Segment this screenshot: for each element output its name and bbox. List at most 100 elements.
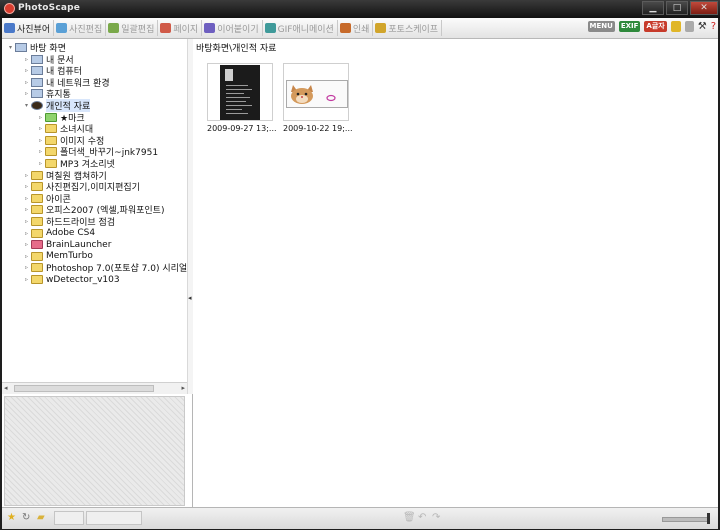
- expand-icon[interactable]: ▹: [22, 183, 31, 190]
- folder-icon: [45, 147, 57, 157]
- thumbnail-image[interactable]: [283, 63, 349, 121]
- rotate-right-icon[interactable]: ↷: [432, 512, 440, 523]
- expand-icon[interactable]: ▹: [22, 195, 31, 202]
- collapse-icon[interactable]: ▾: [22, 102, 31, 109]
- expand-icon[interactable]: ▹: [22, 253, 31, 260]
- folder-sidebar: ▾ 바탕 화면 ▹ 내 문서 ▹ 내 컴퓨터 ▹ 내 네트워크 환경 ▹ 휴지통 ▾ 개인적 자료 ▹ ★…: [2, 39, 193, 507]
- tree-item[interactable]: ▹ 폴더색_바꾸기~jnk7951: [36, 146, 158, 158]
- tools-icon[interactable]: ⚒: [698, 21, 707, 32]
- tab-icon: [4, 23, 15, 33]
- tree-item[interactable]: ▹ 이미지 수정: [36, 135, 104, 147]
- tab-2[interactable]: 일괄편집: [106, 20, 159, 36]
- folder-icon: [45, 112, 57, 122]
- folder-icon: [31, 275, 43, 284]
- exif-button[interactable]: EXIF: [618, 21, 641, 32]
- tree-item[interactable]: ▹ wDetector_v103: [22, 274, 120, 285]
- tree-item[interactable]: ▹ 오피스2007 (엑셀,파워포인트): [22, 204, 164, 216]
- folder-icon: [45, 135, 57, 145]
- expand-icon[interactable]: ▹: [36, 160, 45, 167]
- expand-icon[interactable]: ▹: [36, 137, 45, 144]
- collapse-icon[interactable]: ▾: [6, 44, 15, 51]
- title-bar[interactable]: PhotoScape ▁ □ ✕: [0, 0, 720, 18]
- tab-1[interactable]: 사진편집: [54, 20, 107, 36]
- expand-icon[interactable]: ▹: [22, 206, 31, 213]
- slider-knob[interactable]: [707, 513, 710, 524]
- tree-item[interactable]: ▹ 소녀시대: [36, 123, 93, 135]
- thumbnail-item[interactable]: 2009-09-27 13;...: [207, 63, 277, 133]
- scroll-left-icon[interactable]: ◂: [4, 384, 8, 392]
- tree-item[interactable]: ▹ MP3 겨소리넷: [36, 158, 115, 170]
- expand-icon[interactable]: ▹: [22, 56, 31, 63]
- tree-item[interactable]: ▾ 바탕 화면: [6, 42, 66, 54]
- tab-icon: [204, 23, 216, 33]
- favorite-star-icon[interactable]: ★: [7, 512, 16, 523]
- open-folder-icon[interactable]: ▰: [37, 512, 45, 523]
- tab-4[interactable]: 이어붙이기: [202, 20, 263, 36]
- collapse-arrow-icon[interactable]: ◂: [188, 294, 192, 302]
- folder-icon: [31, 217, 43, 226]
- minimize-button[interactable]: ▁: [642, 1, 664, 15]
- tree-item[interactable]: ▹ BrainLauncher: [22, 239, 111, 250]
- window-controls: ▁ □ ✕: [640, 1, 718, 15]
- thumbnail-item[interactable]: 2009-10-22 19;...: [283, 63, 353, 133]
- expand-icon[interactable]: ▹: [22, 90, 31, 97]
- tree-item[interactable]: ▾ 개인적 자료: [22, 99, 91, 112]
- delete-icon[interactable]: 🗑: [403, 512, 416, 523]
- expand-icon[interactable]: ▹: [36, 125, 45, 132]
- tab-icon: [108, 23, 120, 33]
- folder-icon: [45, 124, 57, 134]
- tree-item[interactable]: ▹ 사진편집기,이미지편집기: [22, 181, 140, 193]
- tree-item[interactable]: ▹ 내 네트워크 환경: [22, 77, 110, 89]
- tab-7[interactable]: 포토스케이프: [373, 20, 443, 36]
- expand-icon[interactable]: ▹: [22, 241, 31, 248]
- tab-5[interactable]: GIF애니메이션: [263, 20, 338, 36]
- tree-item[interactable]: ▹ Adobe CS4: [22, 228, 95, 239]
- tree-item[interactable]: ▹ 하드드라이브 점검: [22, 216, 115, 228]
- window-title: PhotoScape: [18, 3, 81, 13]
- folder-icon: [45, 159, 57, 168]
- tree-item[interactable]: ▹ MemTurbo: [22, 251, 93, 262]
- tree-item[interactable]: ▹ 휴지통: [22, 88, 71, 100]
- photoscape-logo-icon: [4, 3, 15, 14]
- expand-icon[interactable]: ▹: [22, 276, 31, 283]
- rotate-left-icon[interactable]: ↶: [418, 512, 426, 523]
- recycle-bin-icon: [31, 89, 43, 99]
- scrollbar-thumb[interactable]: [14, 385, 154, 392]
- status-bar: ★ ↻ ▰ 🗑 ↶ ↷: [2, 507, 718, 529]
- toolbar-right-icons: MENU EXIF A글자 ⚒ ?: [584, 21, 716, 32]
- close-button[interactable]: ✕: [690, 1, 718, 15]
- current-path: 바탕화면\개인적 자료: [196, 44, 277, 54]
- tab-6[interactable]: 인쇄: [338, 20, 374, 36]
- expand-icon[interactable]: ▹: [22, 264, 31, 271]
- folder-icon: [31, 251, 43, 261]
- tree-item[interactable]: ▹ Photoshop 7.0(포토샵 7.0) 시리얼: [22, 262, 188, 275]
- tree-item-label: Photoshop 7.0(포토샵 7.0) 시리얼: [46, 264, 188, 275]
- thumbnail-image[interactable]: [207, 63, 273, 121]
- menu-button[interactable]: MENU: [587, 21, 615, 32]
- tree-item[interactable]: ▹ 내 컴퓨터: [22, 65, 82, 77]
- tree-horizontal-scrollbar[interactable]: ◂ ▸: [2, 382, 187, 394]
- tree-item[interactable]: ▹ ★마크: [36, 112, 85, 124]
- expand-icon[interactable]: ▹: [22, 218, 31, 225]
- app-window: 사진뷰어 사진편집 일괄편집 페이지 이어붙이기 GIF애니메이션 인쇄 포토스케이프 MEN…: [2, 18, 718, 529]
- tab-3[interactable]: 페이지: [158, 20, 203, 36]
- calendar-icon[interactable]: [670, 21, 681, 32]
- refresh-folder-icon[interactable]: ↻: [22, 512, 30, 523]
- language-button[interactable]: A글자: [644, 21, 667, 32]
- help-icon[interactable]: ?: [711, 21, 716, 32]
- maximize-button[interactable]: □: [666, 1, 688, 15]
- folder-icon: [31, 182, 43, 192]
- expand-icon[interactable]: ▹: [36, 148, 45, 155]
- tab-0[interactable]: 사진뷰어: [2, 20, 55, 36]
- expand-icon[interactable]: ▹: [22, 172, 31, 179]
- tree-item[interactable]: ▹ 며칠원 캡쳐하기: [22, 170, 107, 182]
- tree-item[interactable]: ▹ 내 문서: [22, 54, 74, 66]
- thumbnail-size-slider[interactable]: [662, 513, 710, 524]
- expand-icon[interactable]: ▹: [22, 230, 31, 237]
- expand-icon[interactable]: ▹: [36, 114, 45, 121]
- copy-icon[interactable]: [684, 21, 694, 32]
- tree-item[interactable]: ▹ 아이콘: [22, 193, 71, 205]
- scroll-right-icon[interactable]: ▸: [181, 384, 185, 392]
- expand-icon[interactable]: ▹: [22, 79, 31, 86]
- expand-icon[interactable]: ▹: [22, 67, 31, 74]
